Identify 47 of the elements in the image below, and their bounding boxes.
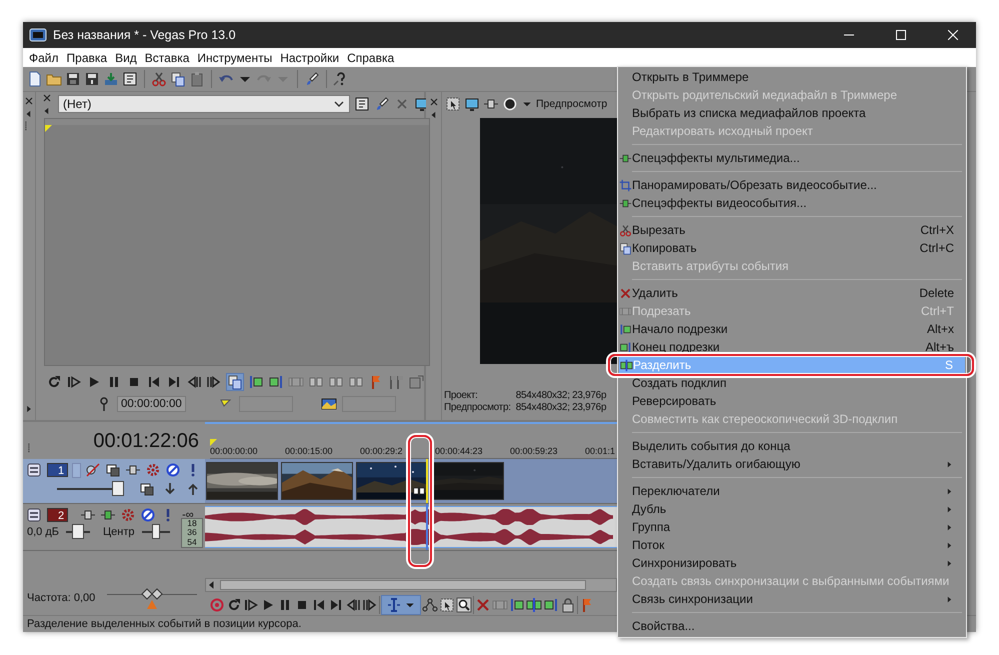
menu-item[interactable]: Вставить/Удалить огибающую bbox=[618, 455, 966, 473]
menu-item[interactable]: Создать подклип bbox=[618, 374, 966, 392]
window-title: Без названия * - Vegas Pro 13.0 bbox=[53, 28, 237, 42]
peak-level: -∞ bbox=[182, 509, 194, 521]
menu-item[interactable]: Переключатели bbox=[618, 482, 966, 500]
menu-item[interactable]: Вырезать Ctrl+X bbox=[618, 221, 966, 239]
menu-item[interactable]: Спецэффекты видеособытия... bbox=[618, 194, 966, 212]
track-header[interactable]: 1 bbox=[23, 459, 205, 504]
menu-item[interactable]: Связь синхронизации bbox=[618, 590, 966, 608]
menu-item[interactable]: Файл bbox=[25, 50, 63, 64]
menu-item[interactable]: Правка bbox=[62, 50, 112, 64]
menu-item[interactable]: Реверсировать bbox=[618, 392, 966, 410]
menu-item[interactable]: Справка bbox=[343, 50, 398, 64]
menu-item[interactable]: Конец подрезки Alt+ъ bbox=[618, 338, 966, 356]
info-value: 854x480x32; 23,976p bbox=[516, 402, 606, 414]
menu-item[interactable]: Открыть в Триммере bbox=[618, 68, 966, 86]
menu-item[interactable]: Выбрать из списка медиафайлов проекта bbox=[618, 104, 966, 122]
volume-value: 0,0 дБ bbox=[27, 526, 59, 538]
track-number: 2 bbox=[47, 508, 68, 522]
pan-value: Центр bbox=[103, 526, 134, 538]
menu-item[interactable]: Удалить Delete bbox=[618, 284, 966, 302]
menu-item[interactable]: Синхронизировать bbox=[618, 554, 966, 572]
status-text: Разделение выделенных событий в позиции курсора. bbox=[27, 618, 302, 630]
info-label: Проект: bbox=[444, 390, 479, 402]
menu-item[interactable]: Инструменты bbox=[193, 50, 276, 64]
info-label: Предпросмотр: bbox=[444, 402, 511, 414]
menu-item[interactable]: Выделить события до конца bbox=[618, 437, 966, 455]
track-number: 1 bbox=[47, 463, 68, 477]
menu-item[interactable]: Вставка bbox=[140, 50, 194, 64]
timecode: 00:01:22:06 bbox=[93, 430, 199, 453]
timecode-field[interactable]: 00:00:00:00 bbox=[117, 396, 186, 412]
preview-quality[interactable]: Предпросмотр bbox=[536, 98, 608, 110]
source-dropdown[interactable]: (Нет) bbox=[58, 95, 350, 113]
menu-item[interactable]: Панорамировать/Обрезать видеособытие... bbox=[618, 176, 966, 194]
menu-item[interactable]: Копировать Ctrl+C bbox=[618, 239, 966, 257]
menu-item[interactable]: Настройки bbox=[276, 50, 344, 64]
rate-label: Частота: 0,00 bbox=[27, 592, 96, 604]
info-value: 854x480x32; 23,976p bbox=[516, 390, 606, 402]
level-meter: 18 36 54 bbox=[181, 518, 203, 548]
menu-item[interactable]: Начало подрезки Alt+х bbox=[618, 320, 966, 338]
menu-item[interactable]: Поток bbox=[618, 536, 966, 554]
menu-item[interactable]: Группа bbox=[618, 518, 966, 536]
menu-item[interactable]: Дубль bbox=[618, 500, 966, 518]
menu-item[interactable]: Спецэффекты мультимедиа... bbox=[618, 149, 966, 167]
track-header[interactable]: 2 -∞ 0,0 дБ Центр 18 36 54 bbox=[23, 504, 205, 551]
menu-item[interactable]: Свойства... bbox=[618, 617, 966, 635]
menu-item[interactable]: Вид bbox=[111, 50, 141, 64]
